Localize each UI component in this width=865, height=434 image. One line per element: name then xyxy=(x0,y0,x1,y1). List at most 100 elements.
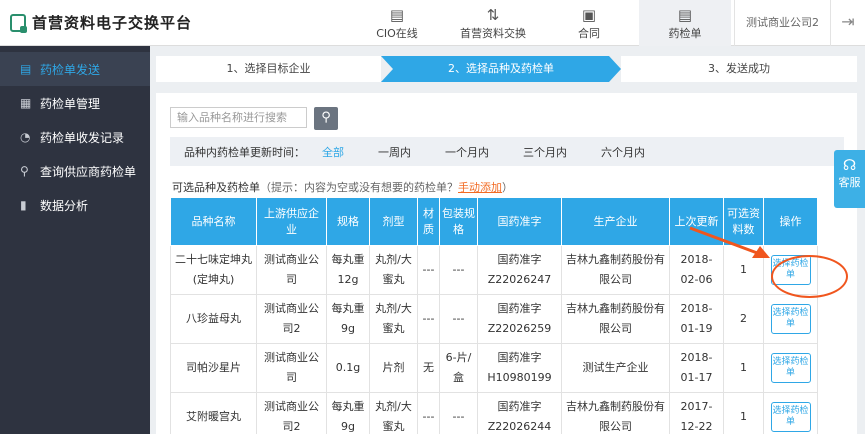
nav-label: 合同 xyxy=(578,27,600,40)
cell-last-updated: 2018-01-19 xyxy=(669,294,724,344)
search-icon: ⚲ xyxy=(20,164,29,178)
sidebar-item-send[interactable]: ▤ 药检单发送 xyxy=(0,52,150,86)
nav-inspection-report[interactable]: ▤ 药检单 xyxy=(639,0,731,46)
sidebar-item-label: 数据分析 xyxy=(40,198,89,213)
cell-product-name: 艾附暖宫丸 xyxy=(170,392,257,434)
select-report-button[interactable]: 选择药检单 xyxy=(770,304,811,334)
select-report-button[interactable]: 选择药检单 xyxy=(770,353,811,383)
cell-product-name: 八珍益母丸 xyxy=(170,294,257,344)
hint-end: ） xyxy=(502,181,513,194)
cell-manufacturer: 测试生产企业 xyxy=(561,343,670,393)
search-icon: ⚲ xyxy=(321,110,331,125)
cell-supplier: 测试商业公司2 xyxy=(256,294,327,344)
sidebar-item-label: 查询供应商药检单 xyxy=(40,164,137,179)
annotation-circle xyxy=(771,255,848,298)
sidebar-item-records[interactable]: ◔ 药检单收发记录 xyxy=(0,120,150,154)
bar-chart-icon: ▮ xyxy=(20,198,27,212)
nav-exchange[interactable]: ⇅ 首营资料交换 xyxy=(447,0,539,46)
step-1: 1、选择目标企业 xyxy=(156,56,381,82)
filter-month[interactable]: 一个月内 xyxy=(445,144,489,160)
step-2: 2、选择品种及药检单 xyxy=(381,56,621,82)
top-header: 首营资料电子交换平台 ▤ CIO在线 ⇅ 首营资料交换 ▣ 合同 ▤ 药检单 测… xyxy=(0,0,865,46)
update-time-filter: 品种内药检单更新时间： 全部 一周内 一个月内 三个月内 六个月内 xyxy=(170,137,844,166)
step-3: 3、发送成功 xyxy=(621,56,857,82)
cell-operation: 选择药检单 xyxy=(763,294,818,344)
company-name[interactable]: 测试商业公司2 xyxy=(734,0,830,46)
filter-six-months[interactable]: 六个月内 xyxy=(601,144,645,160)
cell-package-spec: --- xyxy=(439,392,478,434)
table-hint: 可选品种及药检单（提示：内容为空或没有想要的药检单？手动添加） xyxy=(172,179,513,195)
cell-approval-number: 国药准字Z22026247 xyxy=(477,245,562,295)
sidebar-item-manage[interactable]: ▦ 药检单管理 xyxy=(0,86,150,120)
cell-supplier: 测试商业公司 xyxy=(256,245,327,295)
grid-icon: ▦ xyxy=(20,96,32,110)
step-progress: 1、选择目标企业 2、选择品种及药检单 3、发送成功 xyxy=(156,56,857,82)
logout-icon[interactable]: ⇥ xyxy=(830,0,865,46)
contract-icon: ▣ xyxy=(581,6,597,24)
col-header: 生产企业 xyxy=(561,197,670,246)
cell-spec: 0.1g xyxy=(326,343,370,393)
document-icon: ▤ xyxy=(20,62,32,76)
cell-product-name: 司帕沙星片 xyxy=(170,343,257,393)
cell-approval-number: 国药准字H10980199 xyxy=(477,343,562,393)
cell-manufacturer: 吉林九鑫制药股份有限公司 xyxy=(561,245,670,295)
swap-icon: ⇅ xyxy=(486,6,500,24)
search-button[interactable]: ⚲ xyxy=(314,107,338,130)
cell-available-count: 1 xyxy=(723,343,764,393)
cell-dosage-form: 片剂 xyxy=(369,343,418,393)
cell-dosage-form: 丸剂/大蜜丸 xyxy=(369,392,418,434)
cell-spec: 每丸重12g xyxy=(326,245,370,295)
cell-available-count: 2 xyxy=(723,294,764,344)
headset-icon: ☊ xyxy=(842,156,857,174)
sidebar-item-analytics[interactable]: ▮ 数据分析 xyxy=(0,188,150,222)
cell-available-count: 1 xyxy=(723,392,764,434)
search-input[interactable]: 输入品种名称进行搜索 xyxy=(170,107,307,128)
select-report-button[interactable]: 选择药检单 xyxy=(770,402,811,432)
nav-label: 首营资料交换 xyxy=(460,27,526,40)
cell-last-updated: 2017-12-22 xyxy=(669,392,724,434)
sidebar-item-label: 药检单收发记录 xyxy=(40,130,125,145)
nav-cio-online[interactable]: ▤ CIO在线 xyxy=(351,0,443,46)
cell-material: --- xyxy=(417,245,440,295)
sidebar: ▤ 药检单发送 ▦ 药检单管理 ◔ 药检单收发记录 ⚲ 查询供应商药检单 ▮ 数… xyxy=(0,46,150,434)
cell-dosage-form: 丸剂/大蜜丸 xyxy=(369,294,418,344)
cell-package-spec: --- xyxy=(439,294,478,344)
cell-package-spec: 6-片/盒 xyxy=(439,343,478,393)
cell-approval-number: 国药准字Z22026244 xyxy=(477,392,562,434)
table-row: 司帕沙星片 测试商业公司 0.1g 片剂无 6-片/盒 国药准字H10980199 测试生产… xyxy=(170,343,818,393)
cell-product-name: 二十七味定坤丸(定坤丸) xyxy=(170,245,257,295)
cell-material: --- xyxy=(417,392,440,434)
nav-label: 药检单 xyxy=(668,27,702,40)
cell-dosage-form: 丸剂/大蜜丸 xyxy=(369,245,418,295)
filter-all[interactable]: 全部 xyxy=(322,144,344,160)
cell-operation: 选择药检单 xyxy=(763,343,818,393)
cell-approval-number: 国药准字Z22026259 xyxy=(477,294,562,344)
filter-three-months[interactable]: 三个月内 xyxy=(523,144,567,160)
col-header: 上游供应企业 xyxy=(256,197,327,246)
customer-service-button[interactable]: ☊ 客服 xyxy=(834,150,865,208)
table-row: 八珍益母丸 测试商业公司2 每丸重9g 丸剂/大蜜丸 --- --- 国药准字Z220262… xyxy=(170,294,818,344)
cell-supplier: 测试商业公司2 xyxy=(256,392,327,434)
cell-supplier: 测试商业公司 xyxy=(256,343,327,393)
cell-package-spec: --- xyxy=(439,245,478,295)
manual-add-link[interactable]: 手动添加 xyxy=(458,181,502,194)
col-header: 规格 xyxy=(326,197,370,246)
app-logo[interactable]: 首营资料电子交换平台 xyxy=(10,12,192,33)
col-header: 国药准字 xyxy=(477,197,562,246)
cell-spec: 每丸重9g xyxy=(326,392,370,434)
cell-spec: 每丸重9g xyxy=(326,294,370,344)
nav-contract[interactable]: ▣ 合同 xyxy=(543,0,635,46)
cell-material: 无 xyxy=(417,343,440,393)
logo-icon xyxy=(10,13,27,33)
sidebar-item-query[interactable]: ⚲ 查询供应商药检单 xyxy=(0,154,150,188)
table-body: 二十七味定坤丸(定坤丸) 测试商业公司 每丸重12g 丸剂/大蜜丸 --- --- 国药准字… xyxy=(170,245,818,434)
app-title: 首营资料电子交换平台 xyxy=(32,14,193,32)
clock-icon: ◔ xyxy=(20,130,31,144)
col-header: 包装规格 xyxy=(439,197,478,246)
filter-week[interactable]: 一周内 xyxy=(378,144,411,160)
report-icon: ▤ xyxy=(677,6,693,24)
col-header: 剂型 xyxy=(369,197,418,246)
annotation-arrow xyxy=(689,226,770,258)
cell-operation: 选择药检单 xyxy=(763,392,818,434)
nav-label: CIO在线 xyxy=(376,27,418,40)
